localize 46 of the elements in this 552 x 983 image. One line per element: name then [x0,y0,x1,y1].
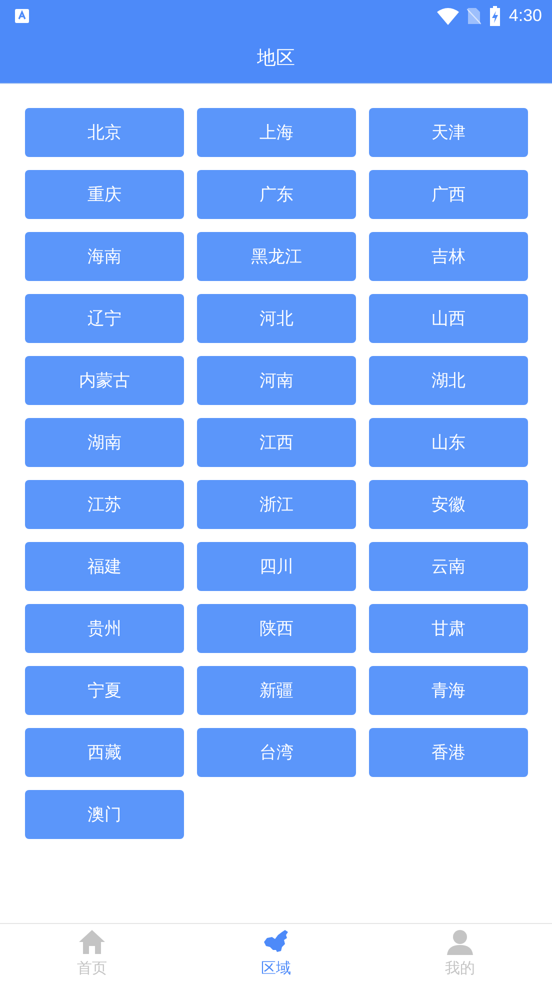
region-button[interactable]: 江西 [197,418,356,467]
nav-tab[interactable]: 首页 [0,924,184,983]
home-icon [79,929,105,955]
region-button[interactable]: 辽宁 [25,294,184,343]
battery-charging-icon [488,6,501,26]
region-button[interactable]: 云南 [369,542,528,591]
region-button[interactable]: 广东 [197,170,356,219]
clock-time: 4:30 [508,6,542,26]
region-button[interactable]: 甘肃 [369,604,528,653]
region-button[interactable]: 天津 [369,108,528,157]
wifi-icon [436,7,459,25]
person-icon [447,929,473,955]
region-button[interactable]: 安徽 [369,480,528,529]
region-button[interactable]: 内蒙古 [25,356,184,405]
region-button[interactable]: 陕西 [197,604,356,653]
region-button[interactable]: 贵州 [25,604,184,653]
no-sim-icon [466,7,481,25]
region-button[interactable]: 河南 [197,356,356,405]
keyboard-app-icon [14,8,30,24]
nav-tab[interactable]: 我的 [368,924,552,983]
page-title: 地区 [257,46,295,70]
region-button[interactable]: 浙江 [197,480,356,529]
region-button[interactable]: 北京 [25,108,184,157]
region-button[interactable]: 湖南 [25,418,184,467]
region-button[interactable]: 四川 [197,542,356,591]
region-button[interactable]: 新疆 [197,666,356,715]
map-icon [263,929,289,955]
region-button[interactable]: 河北 [197,294,356,343]
region-button[interactable]: 青海 [369,666,528,715]
region-button[interactable]: 湖北 [369,356,528,405]
nav-tab[interactable]: 区域 [184,924,368,983]
region-button[interactable]: 台湾 [197,728,356,777]
region-button[interactable]: 福建 [25,542,184,591]
region-button[interactable]: 江苏 [25,480,184,529]
region-button[interactable]: 海南 [25,232,184,281]
region-button[interactable]: 重庆 [25,170,184,219]
region-button[interactable]: 黑龙江 [197,232,356,281]
region-button[interactable]: 山西 [369,294,528,343]
region-button[interactable]: 澳门 [25,790,184,839]
region-button[interactable]: 吉林 [369,232,528,281]
region-button[interactable]: 香港 [369,728,528,777]
region-button[interactable]: 广西 [369,170,528,219]
region-button[interactable]: 上海 [197,108,356,157]
region-button[interactable]: 西藏 [25,728,184,777]
region-button[interactable]: 山东 [369,418,528,467]
region-button[interactable]: 宁夏 [25,666,184,715]
